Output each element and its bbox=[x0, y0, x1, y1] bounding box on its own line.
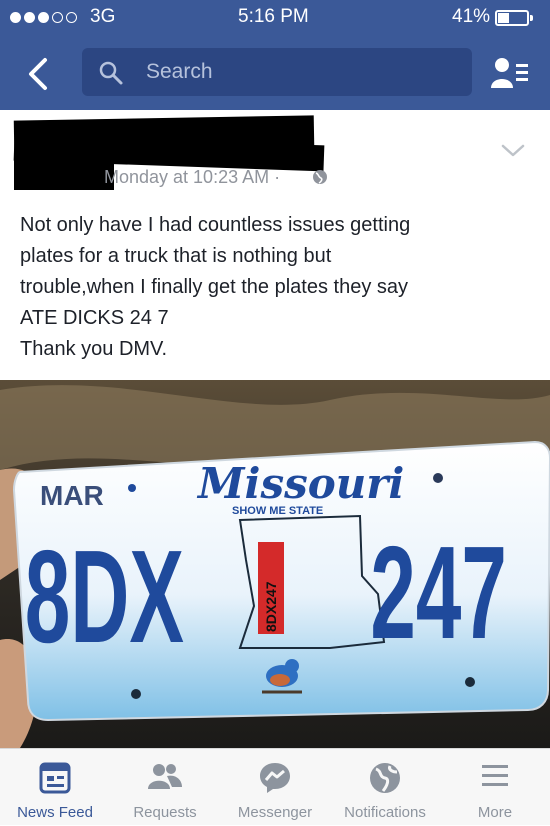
bottom-tab-bar: News Feed Requests Messenger Notificatio… bbox=[0, 748, 550, 825]
plate-number-right: 247 bbox=[370, 520, 507, 667]
news-feed-icon bbox=[39, 762, 71, 794]
battery-tip bbox=[530, 15, 533, 21]
tab-label: Messenger bbox=[237, 804, 313, 821]
sticker-number: 8DX247 bbox=[263, 581, 279, 632]
carrier-label: 3G bbox=[90, 6, 116, 27]
post-line: ATE DICKS 24 7 bbox=[20, 307, 169, 329]
tab-label: More bbox=[477, 804, 513, 821]
search-icon bbox=[99, 61, 123, 85]
tab-label: Requests bbox=[133, 804, 197, 821]
chevron-left-icon bbox=[29, 58, 47, 90]
tab-notifications[interactable]: Notifications bbox=[330, 749, 440, 826]
feed-post: Monday at 10:23 AM · Not only have I had… bbox=[0, 110, 550, 380]
battery-icon bbox=[495, 10, 529, 26]
search-input[interactable]: Search bbox=[82, 48, 472, 96]
signal-strength-icon bbox=[10, 12, 77, 23]
license-plate-photo: MAR Missouri SHOW ME STATE 8DX 8DX247 24… bbox=[0, 380, 550, 748]
chevron-down-icon bbox=[501, 144, 525, 157]
top-nav-bar: Search bbox=[0, 36, 550, 110]
tab-label: Notifications bbox=[344, 804, 426, 821]
messenger-icon bbox=[260, 763, 290, 793]
status-bar: 3G 5:16 PM 41% bbox=[0, 0, 550, 36]
post-photo[interactable]: MAR Missouri SHOW ME STATE 8DX 8DX247 24… bbox=[0, 380, 550, 748]
post-timestamp: Monday at 10:23 AM · bbox=[104, 167, 281, 187]
tab-messenger[interactable]: Messenger bbox=[220, 749, 330, 826]
post-options-button[interactable] bbox=[500, 142, 526, 165]
plate-number-left: 8DX bbox=[25, 524, 184, 671]
tab-label: News Feed bbox=[17, 804, 93, 821]
plate-month: MAR bbox=[40, 480, 104, 511]
tab-more[interactable]: More bbox=[440, 749, 550, 826]
post-line: plates for a truck that is nothing but bbox=[20, 245, 332, 267]
public-globe-icon bbox=[313, 170, 327, 184]
tab-news-feed[interactable]: News Feed bbox=[0, 749, 110, 826]
globe-icon bbox=[370, 763, 400, 793]
battery-percent: 41% bbox=[452, 6, 491, 27]
friends-list-button[interactable] bbox=[490, 56, 530, 97]
post-body: Not only have I had countless issues get… bbox=[20, 210, 520, 365]
post-line: trouble,when I finally get the plates th… bbox=[20, 276, 409, 298]
post-line: Thank you DMV. bbox=[20, 338, 168, 360]
clock: 5:16 PM bbox=[238, 6, 309, 27]
tab-requests[interactable]: Requests bbox=[110, 749, 220, 826]
search-placeholder: Search bbox=[146, 60, 213, 83]
plate-slogan: SHOW ME STATE bbox=[232, 505, 323, 517]
menu-icon bbox=[482, 765, 508, 786]
friend-requests-icon bbox=[148, 764, 182, 789]
plate-state-name: Missouri bbox=[196, 459, 404, 508]
friends-list-icon bbox=[491, 58, 528, 88]
post-line: Not only have I had countless issues get… bbox=[20, 214, 411, 236]
back-button[interactable] bbox=[20, 54, 60, 94]
